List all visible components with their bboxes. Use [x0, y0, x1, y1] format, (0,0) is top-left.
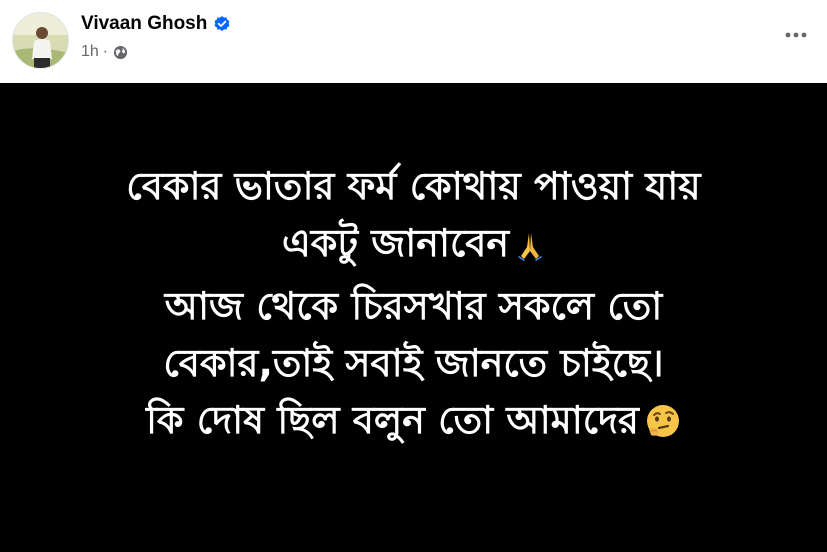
post-line-1: বেকার ভাতার ফর্ম কোথায় পাওয়া যায় — [126, 164, 701, 208]
avatar-photo — [13, 13, 68, 68]
post-text-card: বেকার ভাতার ফর্ম কোথায় পাওয়া যায় একটু… — [0, 83, 827, 552]
post-line-4: বেকার,তাই সবাই জানতে চাইছে। — [163, 341, 664, 385]
verified-badge-icon — [213, 15, 231, 33]
post-timestamp[interactable]: 1h — [81, 43, 99, 61]
post-line-5: কি দোষ ছিল বলুন তো আমাদের — [126, 392, 700, 455]
post-line-2: একটু জানাবেন — [126, 215, 700, 278]
more-options-button[interactable] — [777, 18, 815, 52]
post-header: Vivaan Ghosh 1h · — [0, 0, 827, 83]
thinking-face-emoji — [645, 398, 681, 455]
meta-separator: · — [102, 43, 109, 60]
more-options-icon — [785, 32, 807, 38]
post-line-3: আজ থেকে চিরসখার সকলে তো — [164, 284, 663, 328]
post-meta: 1h · — [81, 43, 128, 61]
post-text: বেকার ভাতার ফর্ম কোথায় পাওয়া যায় একটু… — [126, 158, 700, 455]
globe-icon[interactable] — [113, 45, 128, 60]
author-row: Vivaan Ghosh — [81, 13, 231, 35]
author-name[interactable]: Vivaan Ghosh — [81, 13, 207, 35]
folded-hands-emoji — [515, 221, 545, 278]
avatar[interactable] — [12, 12, 69, 69]
